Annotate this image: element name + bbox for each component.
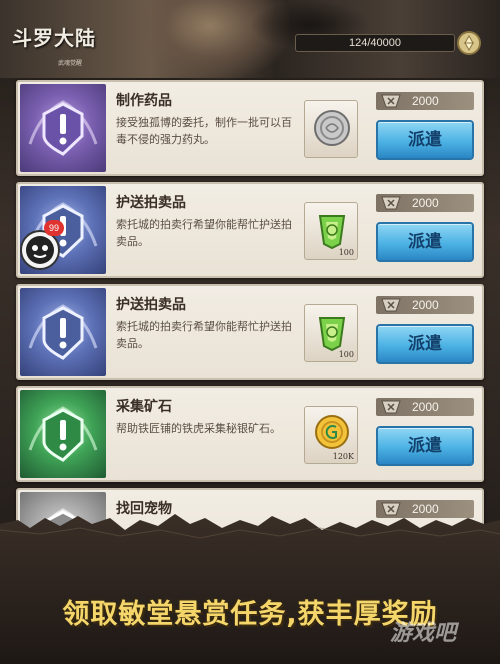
cost-value: 2000 xyxy=(412,196,439,210)
mission-desc: 接受独孤博的委托，制作一批可以百毒不侵的强力药丸。 xyxy=(116,116,292,146)
reward-qty: 120K xyxy=(332,452,354,461)
header-art: 斗罗大陆 武魂觉醒 124/40000 xyxy=(0,0,500,80)
mission-emblem xyxy=(20,288,106,376)
mission-desc: 索托城的拍卖行希望你能帮忙护送拍卖品。 xyxy=(116,218,292,248)
exclamation-shield-icon xyxy=(28,406,98,462)
dispatch-button[interactable]: 派遣 xyxy=(376,324,474,364)
exclamation-shield-icon xyxy=(28,100,98,156)
dispatch-button[interactable]: 派遣 xyxy=(376,222,474,262)
dispatch-token-icon xyxy=(381,94,401,108)
reward-item-slot[interactable]: 100 xyxy=(304,202,358,260)
screen: 斗罗大陆 武魂觉醒 124/40000 制作药品 接受独孤博的委托，制作一批可以… xyxy=(0,0,500,664)
mission-card: 护送拍卖品 索托城的拍卖行希望你能帮忙护送拍卖品。 100 2000 派遣 xyxy=(16,182,484,278)
reward-item-slot[interactable] xyxy=(304,100,358,158)
game-logo-title: 斗罗大陆 xyxy=(12,26,96,50)
mission-title: 护送拍卖品 xyxy=(116,195,186,211)
mission-title: 制作药品 xyxy=(116,93,172,109)
dispatch-button[interactable]: 派遣 xyxy=(376,426,474,466)
reward-item-slot[interactable]: 100 xyxy=(304,304,358,362)
dispatch-token-icon xyxy=(381,400,401,414)
cost-display: 2000 xyxy=(376,92,474,110)
mission-emblem xyxy=(20,84,106,172)
reward-qty: 100 xyxy=(338,350,354,359)
silver-coin-icon xyxy=(314,110,350,146)
cost-display: 2000 xyxy=(376,398,474,416)
mission-desc: 索托城的拍卖行希望你能帮忙护送拍卖品。 xyxy=(116,320,292,350)
green-gem-icon xyxy=(318,215,346,250)
mission-title: 采集矿石 xyxy=(116,399,172,415)
reward-qty: 100 xyxy=(338,248,354,257)
dispatch-token-icon xyxy=(381,298,401,312)
mission-card: 护送拍卖品 索托城的拍卖行希望你能帮忙护送拍卖品。 100 2000 派遣 xyxy=(16,284,484,380)
dispatch-button[interactable]: 派遣 xyxy=(376,120,474,160)
mission-card: 制作药品 接受独孤博的委托，制作一批可以百毒不侵的强力药丸。 2000 派遣 xyxy=(16,80,484,176)
cost-value: 2000 xyxy=(412,400,439,414)
gold-coin-icon xyxy=(315,415,349,449)
avatar-bubble[interactable] xyxy=(20,230,60,270)
cost-display: 2000 xyxy=(376,296,474,314)
exclamation-shield-icon xyxy=(28,304,98,360)
notification-count-badge: 99 xyxy=(44,220,64,236)
green-gem-icon xyxy=(318,317,346,352)
reward-item-slot[interactable]: 120K xyxy=(304,406,358,464)
mission-card: 采集矿石 帮助铁匠铺的铁虎采集秘银矿石。 120K 2000 派遣 xyxy=(16,386,484,482)
mission-emblem xyxy=(20,390,106,478)
cost-value: 2000 xyxy=(412,94,439,108)
mission-title: 护送拍卖品 xyxy=(116,297,186,313)
game-logo-subtitle: 武魂觉醒 xyxy=(58,60,83,67)
cost-display: 2000 xyxy=(376,194,474,212)
dispatch-token-icon xyxy=(381,196,401,210)
site-watermark: 游戏吧 xyxy=(390,621,457,646)
gem-add-icon[interactable] xyxy=(456,30,482,56)
progress-text: 124/40000 xyxy=(349,37,401,49)
mission-desc: 帮助铁匠铺的铁虎采集秘银矿石。 xyxy=(116,422,281,435)
cost-value: 2000 xyxy=(412,298,439,312)
chat-face-icon xyxy=(26,236,54,264)
progress-bar: 124/40000 xyxy=(295,34,455,52)
